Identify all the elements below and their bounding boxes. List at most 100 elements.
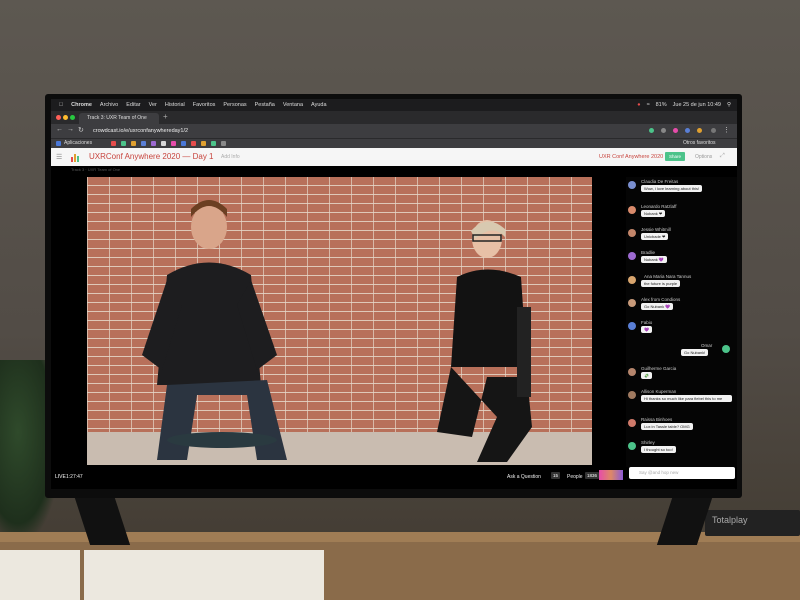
chat-author[interactable]: Jessie Whitmill [641,227,671,232]
extension-icon[interactable] [685,128,690,133]
chat-author[interactable]: Raissa Binhoes [641,417,672,422]
chat-text: Nobank ❤ [641,210,666,217]
menubar-status: ● ≈ 81% Jue 25 de jun 10:49 ⚲ [631,99,731,111]
menu-item[interactable]: Ventana [283,102,303,108]
avatar[interactable] [628,368,636,376]
extension-icon[interactable] [661,128,666,133]
ask-question-button[interactable]: Ask a Question [507,474,541,480]
recording-icon[interactable]: ● [637,102,640,108]
extension-icon[interactable] [697,128,702,133]
options-link[interactable]: Options [695,154,712,160]
bookmark-icon[interactable] [191,141,196,146]
avatar[interactable] [628,181,636,189]
menu-item[interactable]: Pestaña [255,102,275,108]
new-tab-icon[interactable]: + [163,112,168,121]
bookmark-icon[interactable] [211,141,216,146]
menubar-clock[interactable]: Jue 25 de jun 10:49 [673,102,721,108]
chat-text: the future is purple [641,280,681,287]
extension-icon[interactable] [649,128,654,133]
live-indicator: LIVE [55,474,66,480]
more-menu-icon[interactable]: ⋮ [723,126,730,134]
event-info-link[interactable]: Add Info [221,154,240,160]
browser-tab-active[interactable]: Track 3: UXR Team of One [79,113,159,124]
menu-item[interactable]: Favoritos [193,102,216,108]
chat-author[interactable]: Claudia De Freitas [641,179,678,184]
video-player[interactable] [87,177,592,465]
avatar[interactable] [628,206,636,214]
chat-input[interactable]: Say @and hop new [629,467,735,479]
chat-message: Jessie Whitmill Unicbade ❤ [626,227,737,247]
avatar[interactable] [628,419,636,427]
share-button[interactable]: Share [665,152,685,161]
bookmark-apps[interactable]: Aplicaciones [64,140,92,146]
minimize-window-icon[interactable] [63,115,68,120]
menubar-app[interactable]: Chrome [71,102,92,108]
chat-author[interactable]: Omar [701,343,712,348]
fullscreen-icon[interactable]: ⤢ [720,153,725,160]
bookmark-icon[interactable] [131,141,136,146]
forward-icon[interactable]: → [67,126,74,133]
profile-avatar[interactable] [711,128,716,133]
people-count-badge: 1836 [585,472,600,479]
breadcrumb: Track 3 · UXR Team of One [71,167,121,172]
bookmark-icon[interactable] [161,141,166,146]
avatar[interactable] [628,322,636,330]
chat-message: Fabio 💜 [626,320,737,340]
avatar[interactable] [722,345,730,353]
apple-icon[interactable]:  [59,102,63,108]
menu-item[interactable]: Editar [126,102,140,108]
menu-icon[interactable]: ☰ [56,153,62,161]
wifi-icon[interactable]: ≈ [647,102,650,108]
menu-item[interactable]: Archivo [100,102,118,108]
chat-text: Unicbade ❤ [641,233,669,240]
bookmark-icon[interactable] [221,141,226,146]
back-icon[interactable]: ← [56,126,63,133]
reload-icon[interactable]: ↻ [78,126,84,134]
bookmark-icon[interactable] [171,141,176,146]
attendee-avatars[interactable] [599,470,623,480]
macos-menubar:  Chrome Archivo Editar Ver Historial Fa… [51,99,737,111]
menu-item[interactable]: Ayuda [311,102,327,108]
chat-author[interactable]: Guilherme Garcia [641,366,676,371]
chat-author[interactable]: Shirley [641,440,655,445]
search-icon[interactable]: ⚲ [727,102,731,108]
chat-author[interactable]: Ana Maria Nara Tannus [644,274,691,279]
battery-percent[interactable]: 81% [656,102,667,108]
browser-tabbar: Track 3: UXR Team of One + [51,111,737,124]
people-button[interactable]: People [567,474,583,480]
event-title: UXRConf Anywhere 2020 — Day 1 [89,152,214,161]
chat-message: Leonardo Ratzlaff Nobank ❤ [626,204,737,224]
bookmark-icon[interactable] [121,141,126,146]
bookmark-icon[interactable] [111,141,116,146]
close-window-icon[interactable] [56,115,61,120]
chat-message: Alex from Condions Go Nubank 💜 [626,297,737,317]
cabinet-door [0,550,80,600]
avatar[interactable] [628,442,636,450]
chat-text: I thought so too! [641,446,676,453]
avatar[interactable] [628,252,636,260]
apps-icon[interactable] [56,141,61,146]
address-field[interactable]: crowdcast.io/e/uxrconfanywhereday1/2 [93,126,613,136]
speaker-left [142,200,287,460]
crowdcast-logo-icon[interactable] [71,152,81,162]
menu-item[interactable]: Ver [149,102,157,108]
bookmark-icon[interactable] [141,141,146,146]
avatar[interactable] [628,276,636,284]
maximize-window-icon[interactable] [70,115,75,120]
avatar[interactable] [628,299,636,307]
bookmark-icon[interactable] [201,141,206,146]
chat-author[interactable]: Leonardo Ratzlaff [641,204,676,209]
avatar[interactable] [628,391,636,399]
menu-item[interactable]: Historial [165,102,185,108]
extension-icon[interactable] [673,128,678,133]
bookmark-icon[interactable] [151,141,156,146]
chat-author[interactable]: Alex from Condions [641,297,680,302]
bookmark-icon[interactable] [181,141,186,146]
chat-author[interactable]: Fabio [641,320,652,325]
organizer-name[interactable]: UXR Conf Anywhere 2020 [599,154,663,160]
chat-author[interactable]: Allison Kuperman [641,389,676,394]
other-bookmarks[interactable]: Otros favoritos [683,140,716,146]
chat-author[interactable]: Bradlie [641,250,655,255]
avatar[interactable] [628,229,636,237]
menu-item[interactable]: Personas [223,102,246,108]
